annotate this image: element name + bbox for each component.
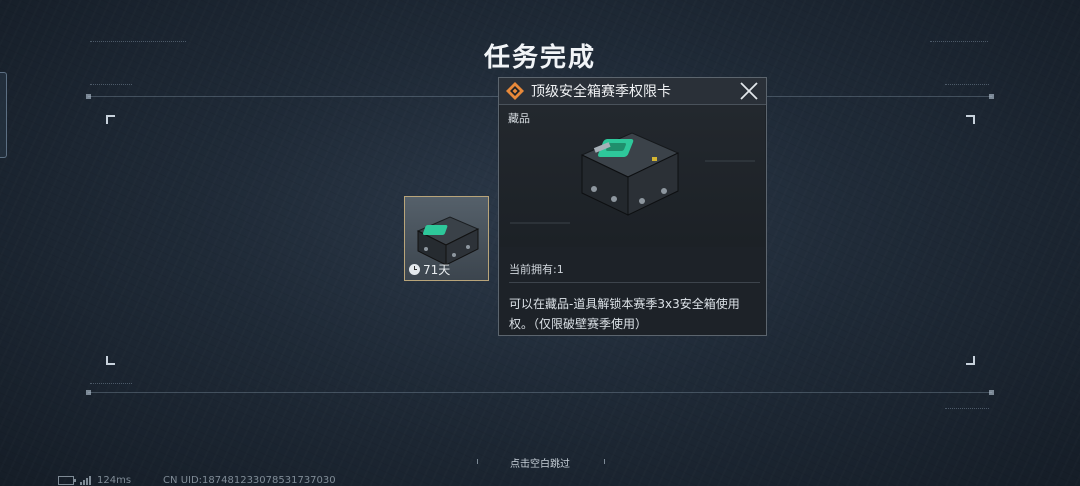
corner-bracket xyxy=(106,115,115,124)
item-preview xyxy=(500,105,765,247)
close-icon[interactable] xyxy=(739,81,759,101)
item-description: 可以在藏品-道具解锁本赛季3x3安全箱使用权。（仅限破壁赛季使用） xyxy=(509,297,740,331)
item-detail-popup: 顶级安全箱赛季权限卡 藏品 当前拥有:1 可以在藏品-道具解锁本赛季3x3安全箱… xyxy=(498,77,767,336)
popup-header: 顶级安全箱赛季权限卡 xyxy=(499,78,766,105)
ping-value: 124ms xyxy=(97,475,132,486)
signal-icon xyxy=(80,476,91,485)
rarity-icon xyxy=(506,82,524,100)
skip-hint[interactable]: 点击空白跳过 xyxy=(0,455,1080,470)
owned-count: 当前拥有:1 xyxy=(509,263,564,276)
divider xyxy=(509,282,760,283)
frame-deco xyxy=(945,84,989,88)
page-title: 任务完成 xyxy=(483,43,596,73)
clock-icon xyxy=(409,264,420,275)
side-drawer-tab[interactable] xyxy=(0,72,7,158)
expire-label: 71天 xyxy=(423,263,451,277)
frame-line-bottom xyxy=(86,390,994,395)
corner-bracket xyxy=(106,356,115,365)
corner-bracket xyxy=(966,356,975,365)
expire-timer: 71天 xyxy=(409,261,450,278)
battery-icon xyxy=(58,476,76,485)
uid-label: CN UID:1874812330785317370​30 xyxy=(163,475,336,486)
popup-title: 顶级安全箱赛季权限卡 xyxy=(531,84,671,100)
item-category: 藏品 xyxy=(508,112,530,125)
status-bar: 124ms CN UID:1874812330785317370​30 xyxy=(58,475,336,486)
frame-deco xyxy=(90,84,132,88)
frame-deco xyxy=(945,408,989,412)
reward-item-slot[interactable]: 71天 xyxy=(404,196,489,281)
corner-bracket xyxy=(966,115,975,124)
crate-icon xyxy=(510,132,755,224)
frame-deco xyxy=(90,383,132,387)
